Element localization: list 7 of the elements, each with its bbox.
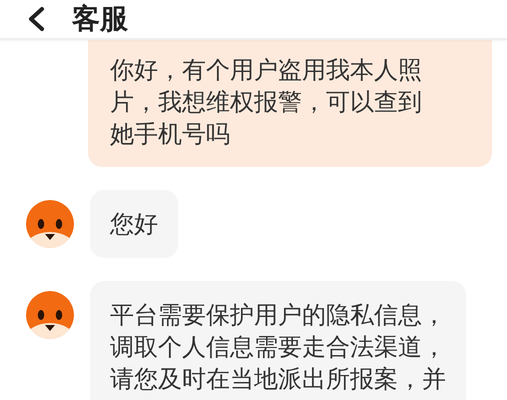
fox-avatar-icon (26, 200, 74, 248)
message-bubble: 你好，有个用户盗用我本人照片，我想维权报警，可以查到她手机号吗 (88, 40, 492, 167)
back-icon[interactable] (27, 6, 45, 32)
fox-avatar-icon (26, 291, 74, 339)
page-title: 客服 (72, 3, 128, 35)
message-bubble: 平台需要保护用户的隐私信息，调取个人信息需要走合法渠道，请您及时在当地派出所报案，并 (90, 281, 466, 400)
message-bubble: 您好 (90, 190, 178, 258)
